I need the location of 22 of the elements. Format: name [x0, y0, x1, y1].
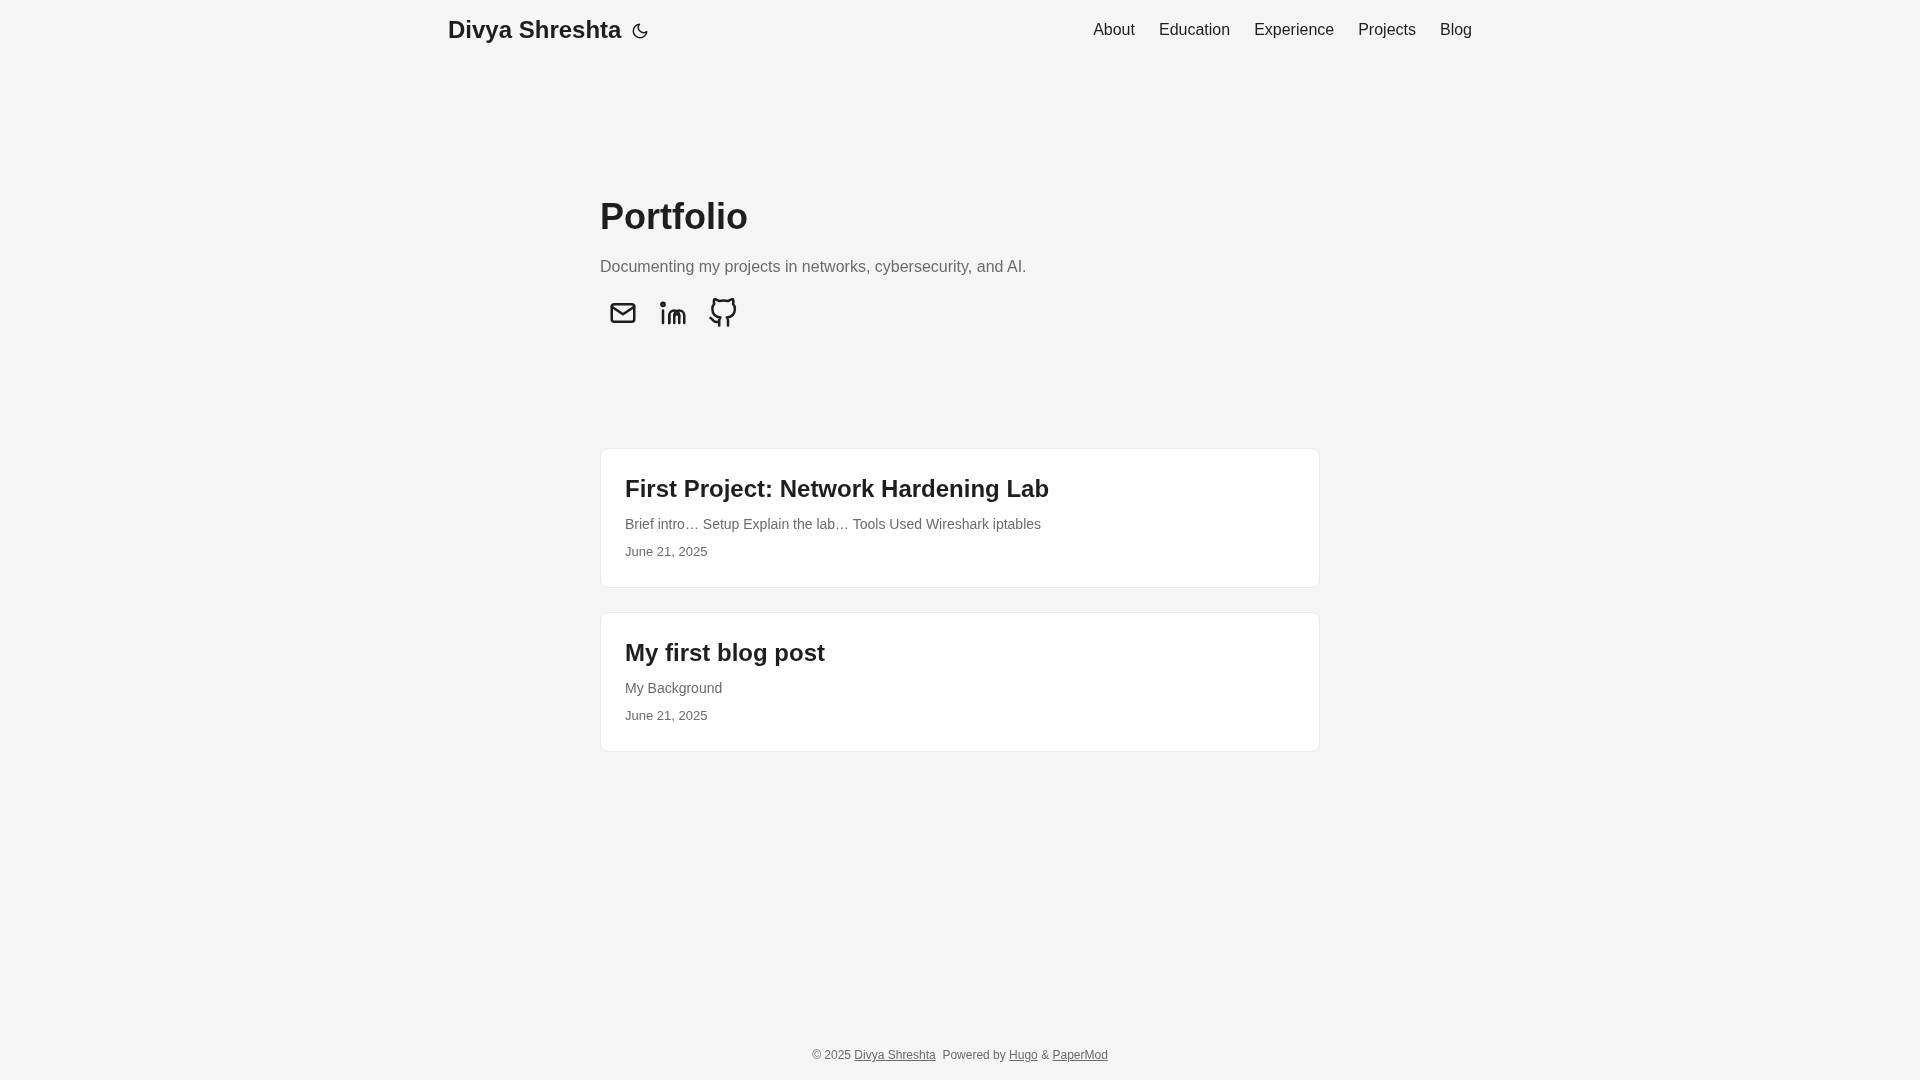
nav-link[interactable]: Education — [1158, 21, 1231, 39]
moon-icon[interactable] — [631, 22, 650, 40]
nav-link[interactable]: Experience — [1254, 21, 1335, 39]
site-title[interactable]: Divya Shreshta — [448, 16, 622, 44]
post-summary: My Background — [625, 680, 724, 697]
post-title: First Project: Network Hardening Lab — [625, 474, 1051, 505]
post-title: My first blog post — [625, 638, 826, 669]
footer-text: © 2025 Divya Shreshta Powered by Hugo & PaperMod — [811, 1048, 1109, 1062]
post-date: June 21, 2025 — [625, 544, 709, 560]
papermod-link[interactable]: PaperMod — [1052, 1048, 1108, 1062]
nav-link[interactable]: About — [1093, 21, 1135, 39]
author-link[interactable]: Divya Shreshta — [854, 1048, 936, 1062]
post-summary: Brief intro… Setup Explain the lab… Tools Used Wireshark iptables — [625, 516, 1043, 533]
nav-link[interactable]: Blog — [1439, 21, 1472, 39]
github-icon[interactable] — [708, 298, 738, 329]
post-date: June 21, 2025 — [625, 708, 709, 724]
nav-link[interactable]: Projects — [1358, 21, 1416, 39]
page-subtitle: Documenting my projects in networks, cybersecurity, and AI. — [600, 258, 1028, 277]
post-card[interactable]: My first blog post My Background June 21, 2025 — [600, 612, 1320, 753]
hugo-link[interactable]: Hugo — [1009, 1048, 1038, 1062]
page-title: Portfolio — [600, 195, 749, 239]
post-card[interactable]: First Project: Network Hardening Lab Brief intro… Setup Explain the lab… Tools Used Wireshark iptables June 21, 2025 — [600, 448, 1320, 589]
